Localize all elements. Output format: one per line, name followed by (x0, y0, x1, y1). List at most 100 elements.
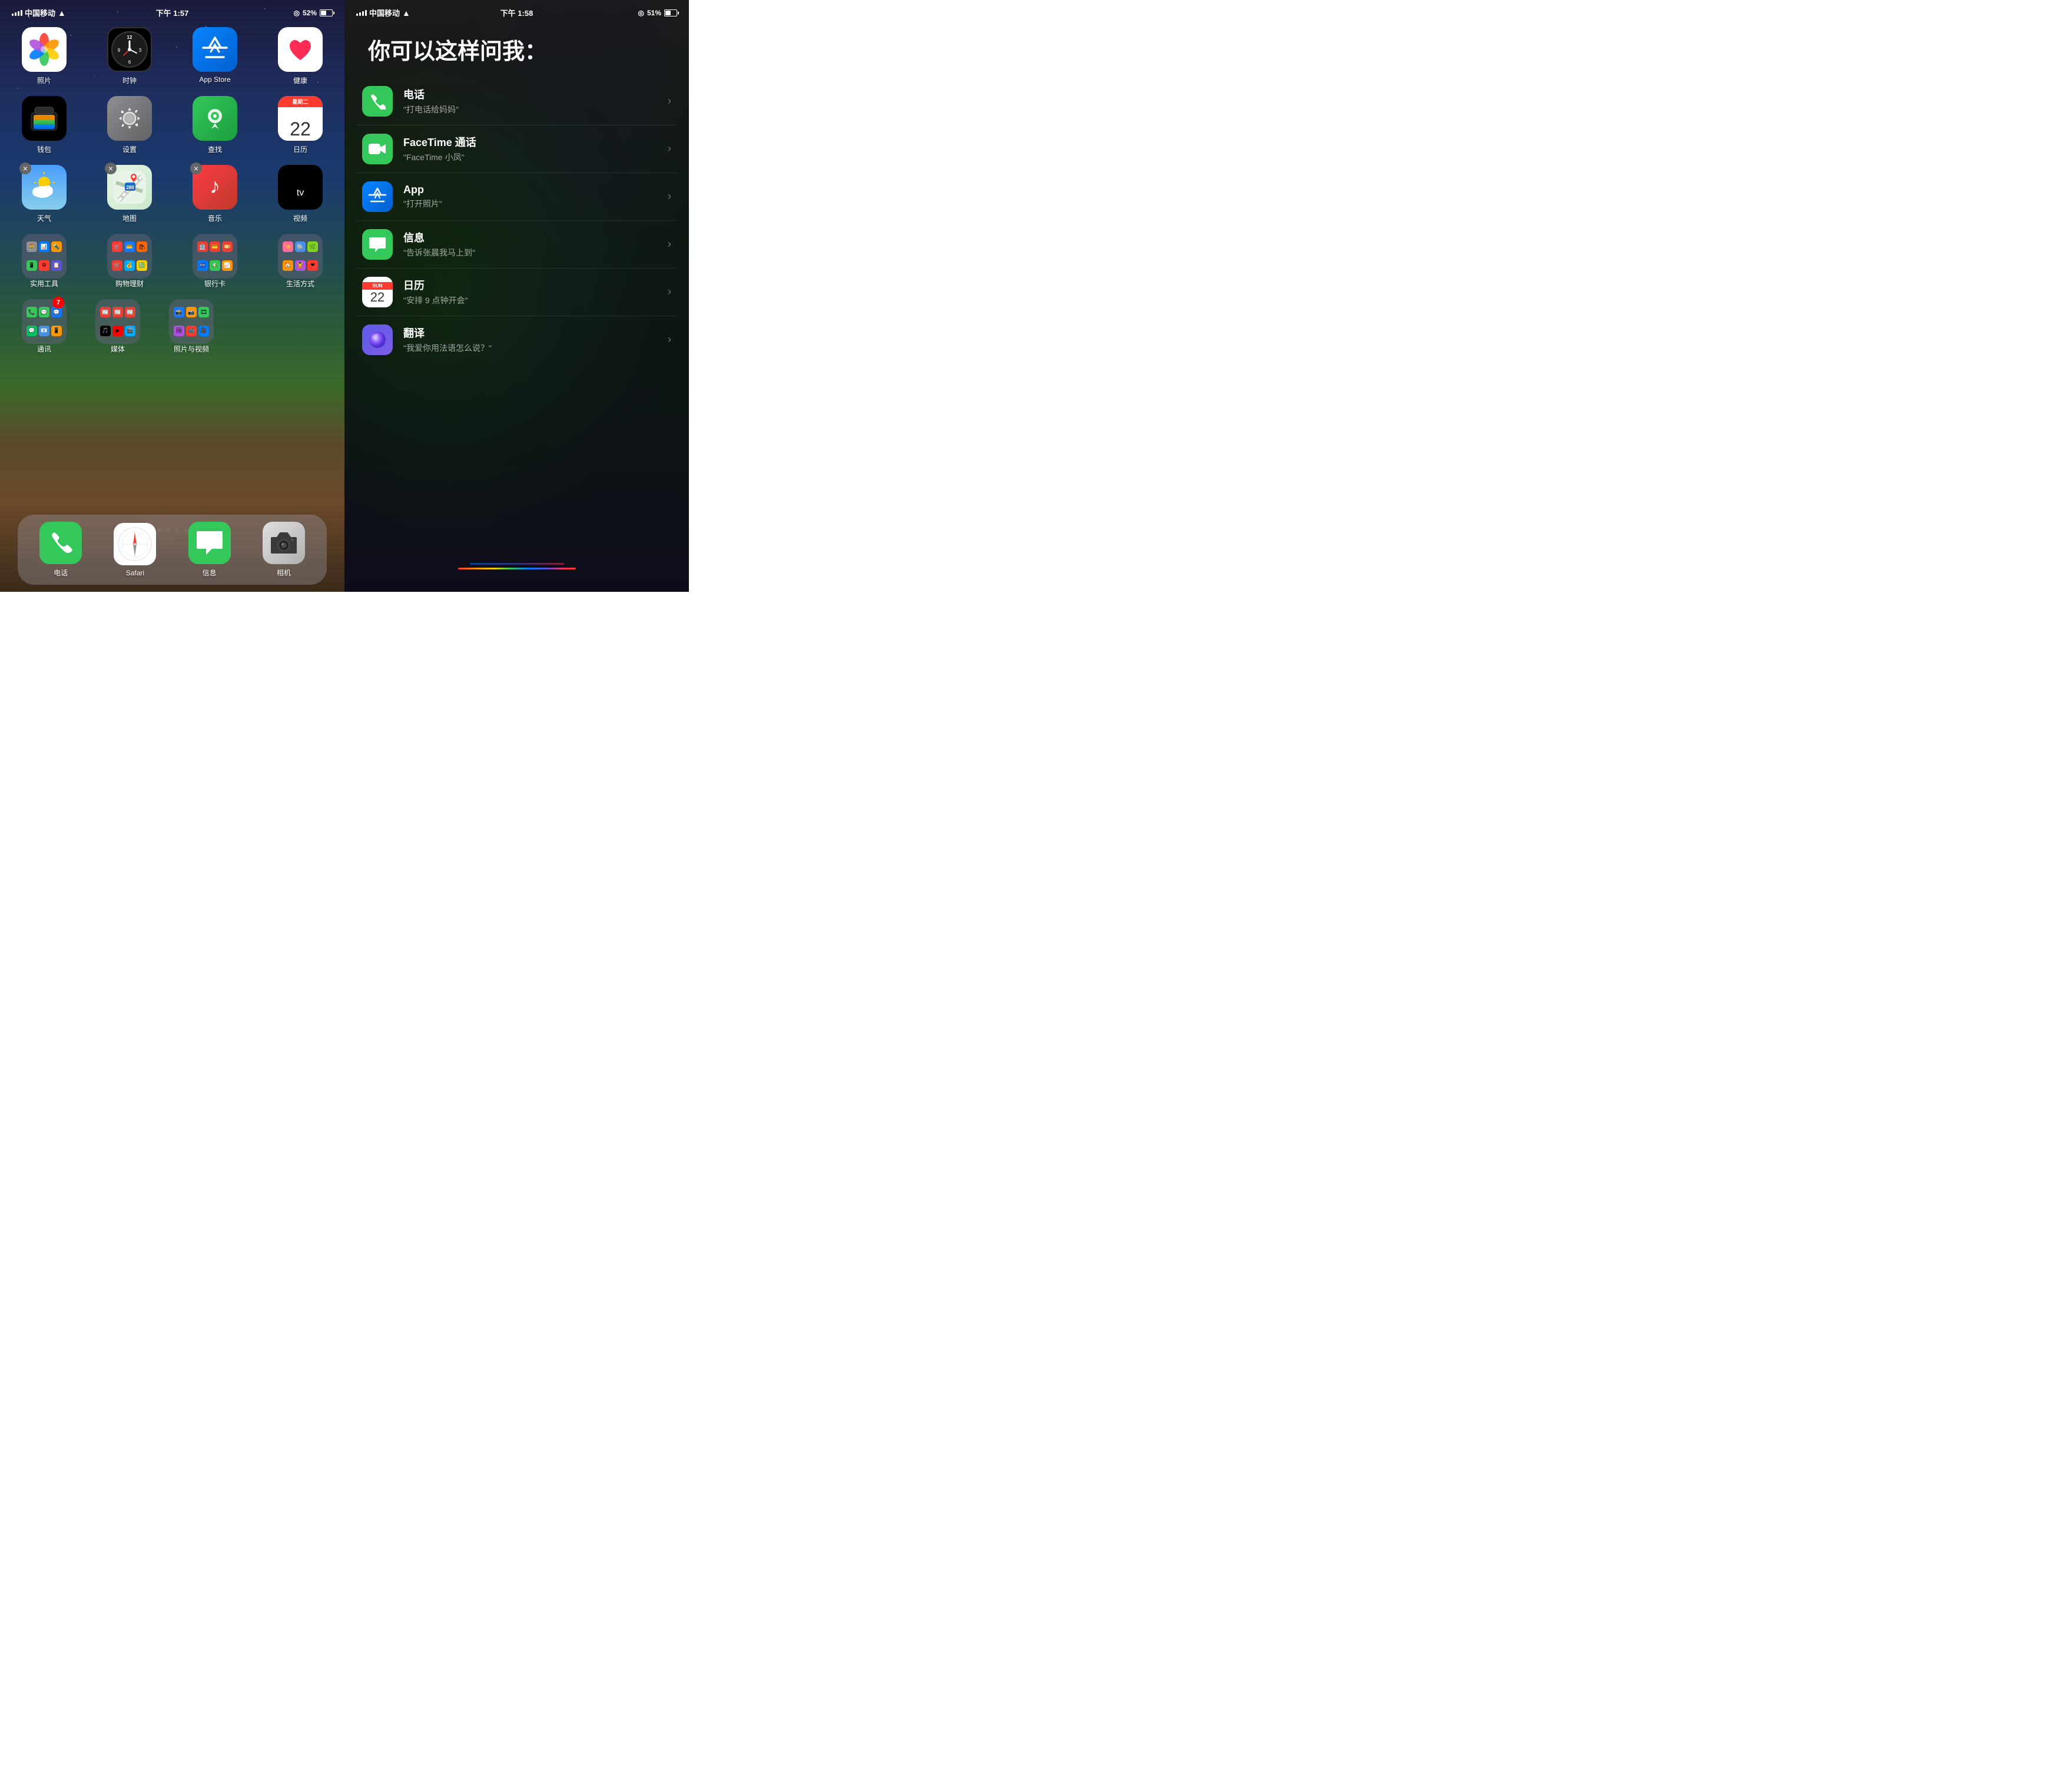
app-settings-label: 设置 (122, 144, 137, 154)
app-wallet[interactable]: 钱包 (12, 96, 77, 154)
siri-facetime-subtitle: "FaceTime 小凤" (403, 151, 668, 163)
siri-heading: 你可以这样问我： (344, 21, 689, 78)
svg-text:3: 3 (139, 48, 142, 53)
siri-facetime-title: FaceTime 通话 (403, 134, 668, 150)
siri-item-translate[interactable]: 翻译 "我爱你用法语怎么说？" › (356, 316, 677, 363)
app-media[interactable]: 📰 📰 📰 🎵 ▶ 🎬 媒体 (85, 299, 150, 354)
app-photos-label: 照片 (37, 75, 51, 85)
app-comms-label: 通讯 (37, 344, 51, 354)
app-weather[interactable]: × (12, 165, 77, 223)
siri-phone-title: 电话 (403, 87, 668, 102)
app-clock-label: 时钟 (122, 75, 137, 85)
siri-messages-subtitle: "告诉张晨我马上到" (403, 247, 668, 259)
app-settings[interactable]: 设置 (97, 96, 162, 154)
app-music-label: 音乐 (208, 213, 222, 223)
app-shopping[interactable]: 🛒 💳 🛍 🛒 💰 💹 购物理财 (97, 234, 162, 289)
app-utilities[interactable]: 🧮 📊 🔦 📱 ⚙ 📋 实用工具 (12, 234, 77, 289)
location-icon: ◎ (293, 9, 299, 17)
siri-item-messages[interactable]: 信息 "告诉张晨我马上到" › (356, 221, 677, 269)
app-appstore-label: App Store (199, 75, 230, 84)
app-lifestyle-label: 生活方式 (286, 279, 314, 289)
app-clock[interactable]: 12 3 6 9 时钟 (97, 27, 162, 85)
battery-icon-left (320, 9, 333, 16)
dock-safari-label: Safari (126, 569, 144, 577)
svg-text:6: 6 (128, 59, 131, 65)
svg-text:9: 9 (118, 48, 121, 53)
battery-percent-right: 51% (647, 9, 661, 17)
siri-translate-icon (362, 324, 393, 355)
app-health[interactable]: 健康 (268, 27, 333, 85)
app-banking-label: 银行卡 (204, 279, 226, 289)
svg-text:280: 280 (126, 185, 134, 190)
siri-translate-chevron: › (668, 333, 671, 346)
dock-camera-label: 相机 (277, 568, 291, 578)
app-appstore[interactable]: App Store (183, 27, 247, 85)
dock-phone[interactable]: 电话 (34, 522, 87, 578)
siri-item-phone[interactable]: 电话 "打电话给妈妈" › (356, 78, 677, 125)
siri-phone-subtitle: "打电话给妈妈" (403, 104, 668, 115)
dock-phone-label: 电话 (54, 568, 68, 578)
siri-messages-icon (362, 229, 393, 260)
app-maps-label: 地图 (122, 213, 137, 223)
siri-messages-chevron: › (668, 238, 671, 250)
siri-item-facetime[interactable]: FaceTime 通话 "FaceTime 小凤" › (356, 125, 677, 173)
app-media-label: 媒体 (111, 344, 125, 354)
app-findmy[interactable]: 查找 (183, 96, 247, 154)
app-lifestyle[interactable]: 🐪 🐘 🌿 🏠 💆 ❤ 生活方式 (268, 234, 333, 289)
time-right: 下午 1:58 (500, 7, 533, 18)
dock-messages[interactable]: 信息 (183, 522, 236, 578)
siri-phone-chevron: › (668, 95, 671, 107)
app-row-2: 钱包 (12, 96, 333, 154)
app-findmy-label: 查找 (208, 144, 222, 154)
right-status-left: 中国移动 ▲ (356, 7, 410, 18)
siri-wave-bar (344, 556, 689, 580)
svg-text:♪: ♪ (210, 174, 220, 198)
svg-text:12: 12 (127, 35, 132, 40)
right-location-icon: ◎ (638, 9, 644, 17)
app-tv[interactable]: tv 视频 (268, 165, 333, 223)
app-photos-video[interactable]: 📸 📷 🎞 🖼 📹 🎥 照片与视频 (159, 299, 224, 354)
siri-phone-icon (362, 86, 393, 117)
battery-icon-right (664, 9, 677, 16)
app-comms[interactable]: 7 📞 💬 💬 💬 📧 📳 通讯 (12, 299, 77, 354)
app-music[interactable]: × ♪ 音乐 (183, 165, 247, 223)
app-wallet-label: 钱包 (37, 144, 51, 154)
dock-safari[interactable]: Safari (108, 523, 161, 577)
calendar-day-name: 星期二 (278, 96, 323, 107)
signal-icon (12, 10, 22, 16)
siri-item-calendar[interactable]: SUN 22 日历 "安排 9 点钟开会" › (356, 269, 677, 316)
app-weather-label: 天气 (37, 213, 51, 223)
siri-wave (458, 568, 576, 569)
right-phone: 中国移动 ▲ 下午 1:58 ◎ 51% 你可以这样问我： 电话 (344, 0, 689, 592)
right-status-right: ◎ 51% (638, 9, 677, 17)
siri-calendar-icon: SUN 22 (362, 277, 393, 307)
delete-badge-weather[interactable]: × (19, 163, 31, 174)
siri-facetime-chevron: › (668, 143, 671, 155)
svg-text:tv: tv (297, 188, 304, 198)
siri-messages-title: 信息 (403, 230, 668, 245)
calendar-day-number: 22 (290, 120, 311, 138)
delete-badge-maps[interactable]: × (105, 163, 117, 174)
left-status-right: ◎ 52% (293, 9, 333, 17)
siri-app-chevron: › (668, 190, 671, 203)
carrier-right: 中国移动 (369, 7, 400, 18)
delete-badge-music[interactable]: × (190, 163, 202, 174)
app-maps[interactable]: × 280 (97, 165, 162, 223)
app-banking[interactable]: 🏦 💳 💴 🏧 💵 📈 银行卡 (183, 234, 247, 289)
app-calendar[interactable]: 星期二 22 日历 (268, 96, 333, 154)
left-status-left: 中国移动 ▲ (12, 7, 66, 18)
siri-app-subtitle: "打开照片" (403, 198, 668, 210)
app-health-label: 健康 (293, 75, 307, 85)
siri-item-app[interactable]: App "打开照片" › (356, 173, 677, 221)
battery-percent-left: 52% (303, 9, 317, 17)
carrier-left: 中国移动 (25, 7, 55, 18)
left-phone: 中国移动 ▲ 下午 1:57 ◎ 52% (0, 0, 344, 592)
siri-calendar-subtitle: "安排 9 点钟开会" (403, 294, 668, 306)
app-utilities-label: 实用工具 (30, 279, 58, 289)
app-photos[interactable]: 照片 (12, 27, 77, 85)
app-calendar-label: 日历 (293, 144, 307, 154)
wifi-icon: ▲ (58, 8, 66, 18)
time-left: 下午 1:57 (156, 7, 189, 18)
dock-camera[interactable]: 相机 (257, 522, 310, 578)
siri-suggestions-list: 电话 "打电话给妈妈" › FaceTime 通话 "FaceTime 小凤" … (344, 78, 689, 363)
